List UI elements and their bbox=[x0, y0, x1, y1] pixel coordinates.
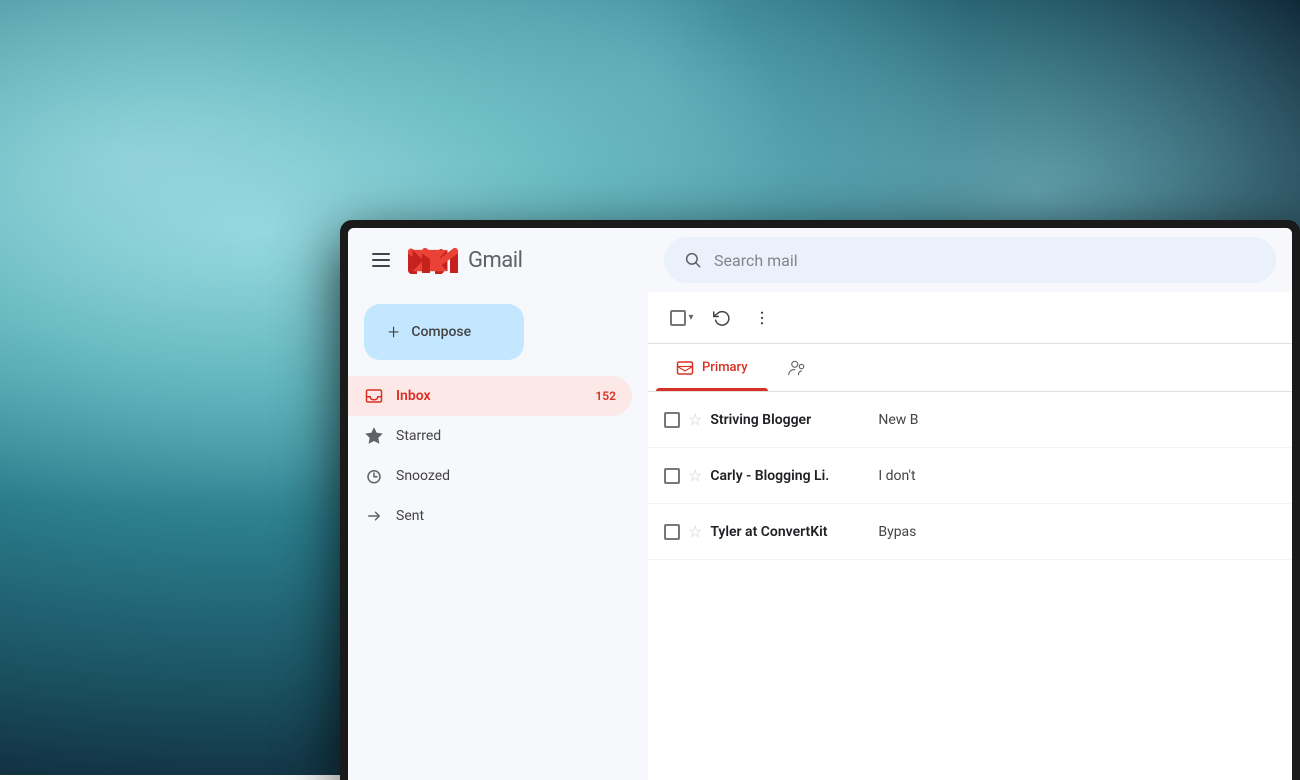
mail-subject-2: I don't bbox=[878, 468, 1276, 484]
screen: Gmail Search mail + Compose bbox=[348, 228, 1292, 780]
snoozed-label: Snoozed bbox=[396, 468, 616, 484]
gmail-icon bbox=[422, 247, 458, 273]
compose-plus-icon: + bbox=[388, 320, 399, 344]
snoozed-icon bbox=[364, 466, 384, 486]
star-icon-3[interactable]: ☆ bbox=[688, 522, 702, 541]
mail-checkbox-3[interactable] bbox=[664, 524, 680, 540]
app-title: Gmail bbox=[468, 248, 522, 273]
laptop-frame: Gmail Search mail + Compose bbox=[340, 220, 1300, 780]
inbox-label: Inbox bbox=[396, 388, 583, 404]
mail-sender-2: Carly - Blogging Li. bbox=[710, 468, 870, 484]
select-dropdown-icon: ▾ bbox=[688, 312, 693, 323]
star-icon-1[interactable]: ☆ bbox=[688, 410, 702, 429]
inbox-badge: 152 bbox=[595, 389, 616, 403]
mail-row[interactable]: ☆ Carly - Blogging Li. I don't bbox=[648, 448, 1292, 504]
sidebar-item-starred[interactable]: Starred bbox=[348, 416, 632, 456]
mail-sender-1: Striving Blogger bbox=[710, 412, 870, 428]
mail-subject-3: Bypas bbox=[878, 524, 1276, 540]
primary-tab-icon bbox=[676, 359, 694, 377]
sidebar-item-sent[interactable]: Sent bbox=[348, 496, 632, 536]
compose-label: Compose bbox=[411, 324, 471, 340]
mail-checkbox-2[interactable] bbox=[664, 468, 680, 484]
mail-checkbox-1[interactable] bbox=[664, 412, 680, 428]
tab-primary[interactable]: Primary bbox=[656, 344, 768, 391]
star-icon-2[interactable]: ☆ bbox=[688, 466, 702, 485]
mail-rows: ☆ Striving Blogger New B ☆ Carly - Blogg… bbox=[648, 392, 1292, 780]
starred-label: Starred bbox=[396, 428, 616, 444]
mail-row[interactable]: ☆ Striving Blogger New B bbox=[648, 392, 1292, 448]
sidebar-item-snoozed[interactable]: Snoozed bbox=[348, 456, 632, 496]
compose-button[interactable]: + Compose bbox=[364, 304, 524, 360]
tabs-row: Primary bbox=[648, 344, 1292, 392]
mail-row[interactable]: ☆ Tyler at ConvertKit Bypas bbox=[648, 504, 1292, 560]
gmail-header: Gmail Search mail bbox=[348, 228, 1292, 292]
more-options-button[interactable] bbox=[744, 300, 780, 336]
tab-social[interactable] bbox=[768, 344, 826, 391]
search-bar[interactable]: Search mail bbox=[664, 237, 1276, 283]
inbox-icon bbox=[364, 386, 384, 406]
select-all-button[interactable]: ▾ bbox=[664, 300, 700, 336]
search-placeholder: Search mail bbox=[714, 251, 798, 270]
menu-button[interactable] bbox=[364, 245, 398, 275]
refresh-button[interactable] bbox=[704, 300, 740, 336]
social-tab-icon bbox=[788, 359, 806, 377]
star-icon bbox=[364, 426, 384, 446]
sidebar: + Compose Inbox 152 bbox=[348, 292, 648, 780]
sent-icon bbox=[364, 506, 384, 526]
gmail-body: + Compose Inbox 152 bbox=[348, 292, 1292, 780]
search-icon bbox=[684, 251, 702, 269]
sidebar-item-inbox[interactable]: Inbox 152 bbox=[348, 376, 632, 416]
mail-sender-3: Tyler at ConvertKit bbox=[710, 524, 870, 540]
toolbar-row: ▾ bbox=[648, 292, 1292, 344]
mail-subject-1: New B bbox=[878, 412, 1276, 428]
mail-list-area: ▾ bbox=[648, 292, 1292, 780]
header-left: Gmail bbox=[364, 245, 664, 275]
sent-label: Sent bbox=[396, 508, 616, 524]
primary-tab-label: Primary bbox=[702, 360, 748, 375]
select-all-checkbox bbox=[670, 310, 686, 326]
